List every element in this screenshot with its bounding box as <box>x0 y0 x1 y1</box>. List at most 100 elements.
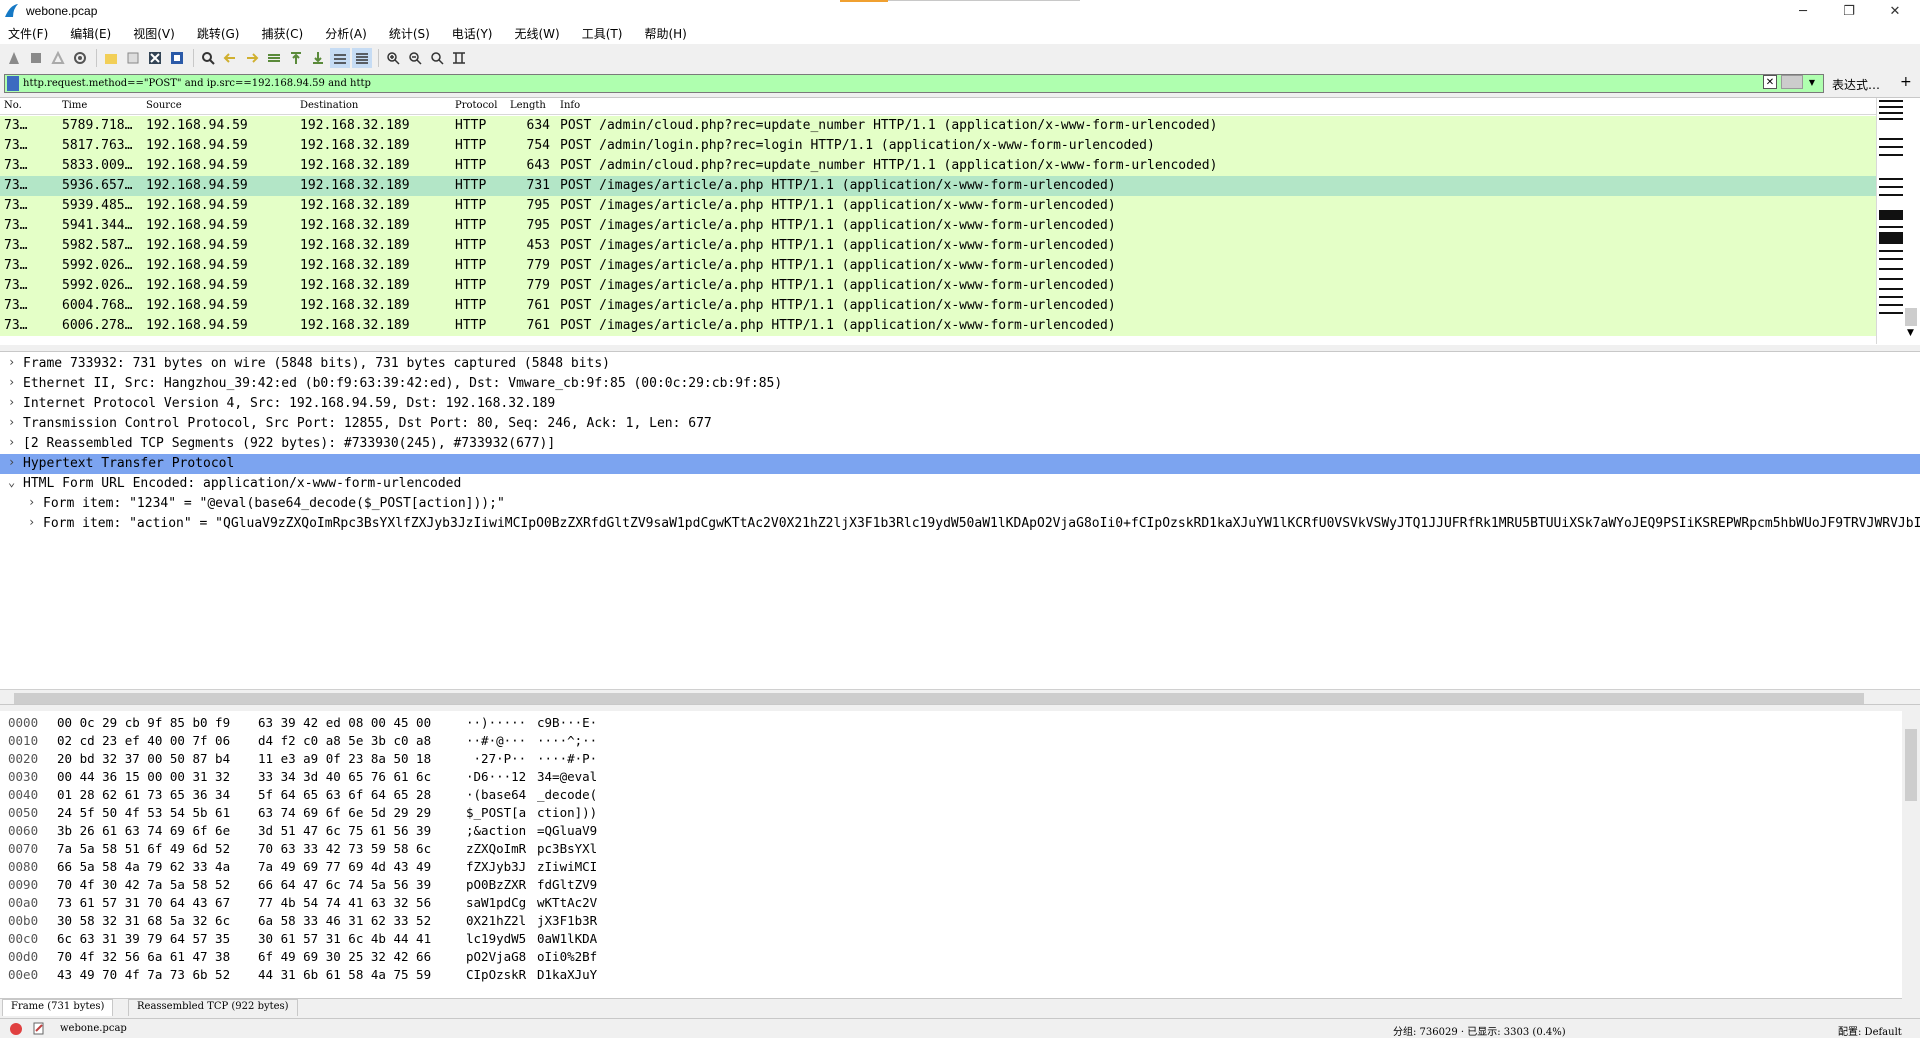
maximize-button[interactable]: ❐ <box>1826 0 1872 22</box>
detail-tree-item[interactable]: › Internet Protocol Version 4, Src: 192.1… <box>0 394 1920 414</box>
last-packet-icon[interactable] <box>308 48 328 68</box>
packet-row[interactable]: 73… 5982.587… 192.168.94.59 192.168.32.189 H… <box>0 236 1876 256</box>
column-header-length[interactable]: Length <box>510 100 546 111</box>
ascii-bytes[interactable]: ;&action <box>466 823 526 838</box>
hex-bytes[interactable]: 43 49 70 4f 7a 73 6b 52 <box>57 967 230 982</box>
hex-bytes[interactable]: 7a 5a 58 51 6f 49 6d 52 <box>57 841 230 856</box>
hex-bytes[interactable]: 73 61 57 31 70 64 43 67 <box>57 895 230 910</box>
hex-bytes[interactable]: 70 4f 30 42 7a 5a 58 52 <box>57 877 230 892</box>
column-header-destination[interactable]: Destination <box>300 100 358 111</box>
scrollbar-thumb[interactable] <box>1905 308 1917 326</box>
hex-bytes[interactable]: 01 28 62 61 73 65 36 34 <box>57 787 230 802</box>
menu-statistics[interactable]: 统计(S) <box>385 25 434 42</box>
menu-capture[interactable]: 捕获(C) <box>257 25 307 42</box>
ascii-bytes[interactable]: c9B···E· <box>537 715 597 730</box>
menu-go[interactable]: 跳转(G) <box>193 25 244 42</box>
ascii-bytes[interactable]: CIpOzskR <box>466 967 526 982</box>
autoscroll-icon[interactable] <box>330 48 350 68</box>
hex-bytes[interactable]: 00 44 36 15 00 00 31 32 <box>57 769 230 784</box>
ascii-bytes[interactable]: D1kaXJuY <box>537 967 597 982</box>
packet-row[interactable]: 73… 5789.718… 192.168.94.59 192.168.32.189 H… <box>0 116 1876 136</box>
hex-bytes[interactable]: 24 5f 50 4f 53 54 5b 61 <box>57 805 230 820</box>
menu-analyze[interactable]: 分析(A) <box>321 25 371 42</box>
expand-arrow-right-icon[interactable]: › <box>8 435 15 449</box>
close-button[interactable]: ✕ <box>1872 0 1918 22</box>
detail-tree-item[interactable]: ⌄ HTML Form URL Encoded: application/x-ww… <box>0 474 1920 494</box>
filter-bookmark-icon[interactable] <box>7 76 19 91</box>
restart-capture-icon[interactable] <box>48 48 68 68</box>
packet-row[interactable]: 73… 5941.344… 192.168.94.59 192.168.32.189 H… <box>0 216 1876 236</box>
scroll-down-icon[interactable]: ▼ <box>1907 328 1914 338</box>
hex-bytes[interactable]: 11 e3 a9 0f 23 8a 50 18 <box>258 751 431 766</box>
hex-bytes[interactable]: 6c 63 31 39 79 64 57 35 <box>57 931 230 946</box>
column-header-time[interactable]: Time <box>62 100 87 111</box>
hex-bytes[interactable]: 63 39 42 ed 08 00 45 00 <box>258 715 431 730</box>
hex-bytes[interactable]: 5f 64 65 63 6f 64 65 28 <box>258 787 431 802</box>
resize-columns-icon[interactable] <box>449 48 469 68</box>
menu-file[interactable]: 文件(F) <box>4 25 52 42</box>
expand-arrow-right-icon[interactable]: › <box>8 375 15 389</box>
minimize-button[interactable]: ─ <box>1780 0 1826 22</box>
start-capture-icon[interactable] <box>4 48 24 68</box>
scrollbar-thumb[interactable] <box>14 693 1864 704</box>
ascii-bytes[interactable]: ·27·P·· <box>466 751 526 766</box>
normal-size-icon[interactable] <box>427 48 447 68</box>
hex-bytes[interactable]: 63 74 69 6f 6e 5d 29 29 <box>258 805 431 820</box>
packet-row[interactable]: 73… 5817.763… 192.168.94.59 192.168.32.189 H… <box>0 136 1876 156</box>
ascii-bytes[interactable]: 0aW1lKDA <box>537 931 597 946</box>
bytes-vertical-scrollbar[interactable] <box>1902 711 1920 999</box>
hex-bytes[interactable]: 44 31 6b 61 58 4a 75 59 <box>258 967 431 982</box>
capture-options-icon[interactable] <box>70 48 90 68</box>
menu-view[interactable]: 视图(V) <box>129 25 179 42</box>
tab-reassembled-tcp[interactable]: Reassembled TCP (922 bytes) <box>128 999 298 1016</box>
find-packet-icon[interactable] <box>198 48 218 68</box>
ascii-bytes[interactable]: ··#·@··· <box>466 733 526 748</box>
hex-bytes[interactable]: 3b 26 61 63 74 69 6f 6e <box>57 823 230 838</box>
hex-bytes[interactable]: 7a 49 69 77 69 4d 43 49 <box>258 859 431 874</box>
ascii-bytes[interactable]: _decode( <box>537 787 597 802</box>
expand-arrow-right-icon[interactable]: › <box>8 355 15 369</box>
ascii-bytes[interactable]: ·D6···12 <box>466 769 526 784</box>
expand-arrow-down-icon[interactable]: ⌄ <box>8 475 15 489</box>
hex-bytes[interactable]: 6a 58 33 46 31 62 33 52 <box>258 913 431 928</box>
menu-edit[interactable]: 编辑(E) <box>66 25 115 42</box>
hex-bytes[interactable]: d4 f2 c0 a8 5e 3b c0 a8 <box>258 733 431 748</box>
menu-tools[interactable]: 工具(T) <box>578 25 627 42</box>
detail-tree-item[interactable]: › Hypertext Transfer Protocol <box>0 454 1920 474</box>
packet-minimap-scrollbar[interactable]: ▼ <box>1876 98 1920 344</box>
packet-row[interactable]: 73… 6006.278… 192.168.94.59 192.168.32.189 H… <box>0 316 1876 336</box>
zoom-in-icon[interactable] <box>383 48 403 68</box>
ascii-bytes[interactable]: wKTtAc2V <box>537 895 597 910</box>
expand-arrow-right-icon[interactable]: › <box>8 395 15 409</box>
ascii-bytes[interactable]: 34=@eval <box>537 769 597 784</box>
filter-history-dropdown-icon[interactable]: ▼ <box>1806 75 1818 89</box>
reload-file-icon[interactable] <box>167 48 187 68</box>
hex-bytes[interactable]: 70 63 33 42 73 59 58 6c <box>258 841 431 856</box>
ascii-bytes[interactable]: fZXJyb3J <box>466 859 526 874</box>
ascii-bytes[interactable]: ·(base64 <box>466 787 526 802</box>
column-header-info[interactable]: Info <box>560 100 580 111</box>
ascii-bytes[interactable]: ····^;·· <box>537 733 597 748</box>
column-header-no[interactable]: No. <box>4 100 22 111</box>
detail-tree-item[interactable]: › Transmission Control Protocol, Src Port… <box>0 414 1920 434</box>
column-header-protocol[interactable]: Protocol <box>455 100 497 111</box>
hex-bytes[interactable]: 02 cd 23 ef 40 00 7f 06 <box>57 733 230 748</box>
go-back-icon[interactable] <box>220 48 240 68</box>
hex-bytes[interactable]: 66 64 47 6c 74 5a 56 39 <box>258 877 431 892</box>
packet-row[interactable]: 73… 6004.768… 192.168.94.59 192.168.32.189 H… <box>0 296 1876 316</box>
status-profile[interactable]: 配置: Default <box>1838 1023 1902 1038</box>
hex-bytes[interactable]: 30 58 32 31 68 5a 32 6c <box>57 913 230 928</box>
hex-bytes[interactable]: 6f 49 69 30 25 32 42 66 <box>258 949 431 964</box>
hex-bytes[interactable]: 20 bd 32 37 00 50 87 b4 <box>57 751 230 766</box>
detail-tree-item[interactable]: › Frame 733932: 731 bytes on wire (5848 b… <box>0 354 1920 374</box>
detail-tree-item[interactable]: › [2 Reassembled TCP Segments (922 bytes)… <box>0 434 1920 454</box>
ascii-bytes[interactable]: zIiwiMCI <box>537 859 597 874</box>
ascii-bytes[interactable]: zZXQoImR <box>466 841 526 856</box>
expand-arrow-right-icon[interactable]: › <box>8 415 15 429</box>
menu-wireless[interactable]: 无线(W) <box>511 25 564 42</box>
hex-bytes[interactable]: 77 4b 54 74 41 63 32 56 <box>258 895 431 910</box>
hex-bytes[interactable]: 33 34 3d 40 65 76 61 6c <box>258 769 431 784</box>
packet-row[interactable]: 73… 5939.485… 192.168.94.59 192.168.32.189 H… <box>0 196 1876 216</box>
detail-tree-item[interactable]: › Ethernet II, Src: Hangzhou_39:42:ed (b0… <box>0 374 1920 394</box>
hex-bytes[interactable]: 70 4f 32 56 6a 61 47 38 <box>57 949 230 964</box>
